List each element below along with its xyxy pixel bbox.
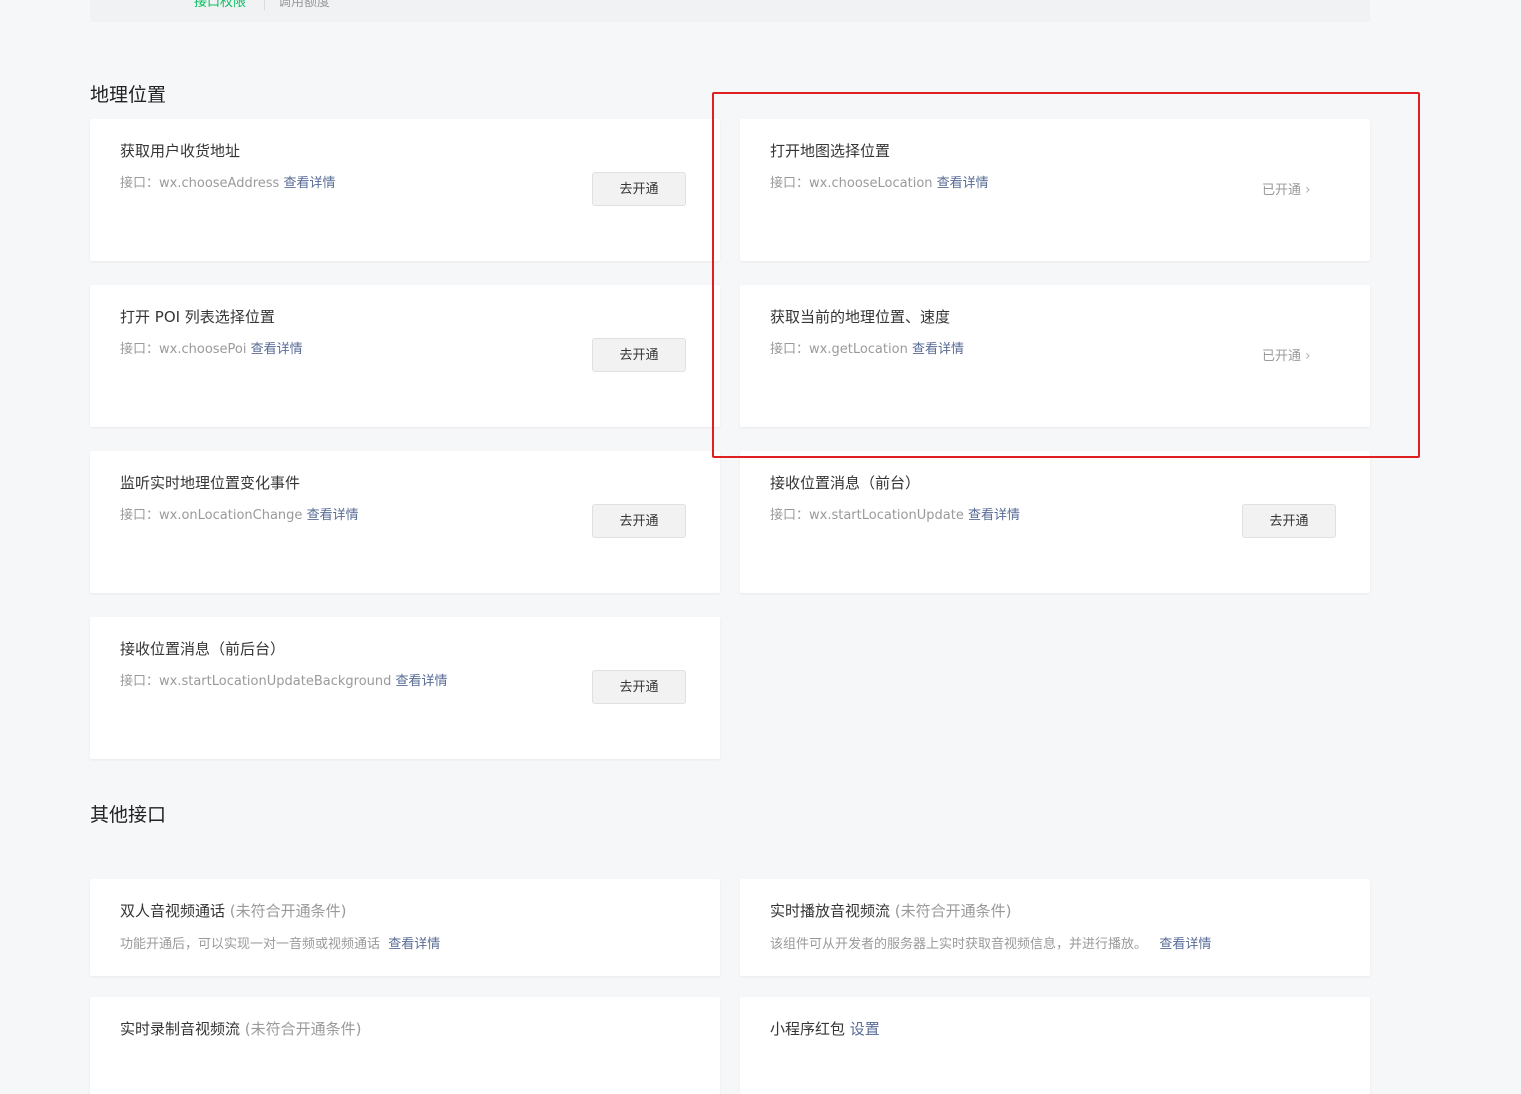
api-card-title: 获取用户收货地址 xyxy=(120,142,241,160)
interface-name: wx.chooseAddress xyxy=(159,176,280,191)
tab-interface-permissions[interactable]: 接口权限 xyxy=(194,0,246,11)
view-details-link[interactable]: 查看详情 xyxy=(1159,937,1211,952)
interface-prefix: 接口： xyxy=(770,342,810,357)
view-details-link[interactable]: 查看详情 xyxy=(388,937,440,952)
interface-prefix: 接口： xyxy=(120,342,160,357)
api-card-title-text: 实时播放音视频流 xyxy=(770,902,891,920)
open-button[interactable]: 去开通 xyxy=(1242,504,1336,538)
interface-name: wx.choosePoi xyxy=(159,342,247,357)
api-card-title: 小程序红包 设置 xyxy=(770,1019,880,1039)
view-details-link[interactable]: 查看详情 xyxy=(912,342,964,357)
opened-status-link[interactable]: 已开通 › xyxy=(1262,347,1311,366)
api-card-description: 该组件可从开发者的服务器上实时获取音视频信息，并进行播放。 查看详情 xyxy=(770,936,1211,954)
api-card-interface: 接口：wx.chooseAddress 查看详情 xyxy=(120,175,335,193)
api-card-title-text: 小程序红包 xyxy=(770,1020,846,1038)
condition-label: (未符合开通条件) xyxy=(244,1020,362,1038)
api-card-title: 打开地图选择位置 xyxy=(770,142,891,160)
api-card-start-location-update-background: 接收位置消息（前后台） 接口：wx.startLocationUpdateBac… xyxy=(90,617,720,759)
open-button[interactable]: 去开通 xyxy=(592,504,686,538)
view-details-link[interactable]: 查看详情 xyxy=(251,342,303,357)
api-card-choose-poi: 打开 POI 列表选择位置 接口：wx.choosePoi 查看详情 去开通 xyxy=(90,285,720,427)
open-button[interactable]: 去开通 xyxy=(592,172,686,206)
api-card-interface: 接口：wx.chooseLocation 查看详情 xyxy=(770,175,989,193)
view-details-link[interactable]: 查看详情 xyxy=(396,674,448,689)
interface-prefix: 接口： xyxy=(770,176,810,191)
opened-status-label: 已开通 xyxy=(1262,349,1302,364)
api-card-start-location-update: 接收位置消息（前台） 接口：wx.startLocationUpdate 查看详… xyxy=(740,451,1370,593)
opened-status-link[interactable]: 已开通 › xyxy=(1262,181,1311,200)
api-card-title: 接收位置消息（前台） xyxy=(770,474,921,492)
interface-prefix: 接口： xyxy=(120,176,160,191)
settings-link[interactable]: 设置 xyxy=(850,1020,880,1038)
api-card-on-location-change: 监听实时地理位置变化事件 接口：wx.onLocationChange 查看详情… xyxy=(90,451,720,593)
section-title-others: 其他接口 xyxy=(90,804,167,826)
api-card-title: 监听实时地理位置变化事件 xyxy=(120,474,301,492)
api-card-live-player: 实时播放音视频流 (未符合开通条件) 该组件可从开发者的服务器上实时获取音视频信… xyxy=(740,879,1370,976)
api-card-interface: 接口：wx.getLocation 查看详情 xyxy=(770,341,964,359)
section-title-location: 地理位置 xyxy=(90,84,167,106)
chevron-right-icon: › xyxy=(1305,348,1311,364)
api-card-get-location: 获取当前的地理位置、速度 接口：wx.getLocation 查看详情 已开通 › xyxy=(740,285,1370,427)
api-card-live-pusher: 实时录制音视频流 (未符合开通条件) xyxy=(90,997,720,1094)
view-details-link[interactable]: 查看详情 xyxy=(307,508,359,523)
condition-label: (未符合开通条件) xyxy=(229,902,347,920)
api-card-interface: 接口：wx.startLocationUpdate 查看详情 xyxy=(770,507,1020,525)
description-text: 该组件可从开发者的服务器上实时获取音视频信息，并进行播放。 xyxy=(770,937,1148,952)
api-card-description: 功能开通后，可以实现一对一音频或视频通话 查看详情 xyxy=(120,936,440,954)
api-card-interface: 接口：wx.startLocationUpdateBackground 查看详情 xyxy=(120,673,448,691)
api-card-voip: 双人音视频通话 (未符合开通条件) 功能开通后，可以实现一对一音频或视频通话 查… xyxy=(90,879,720,976)
interface-prefix: 接口： xyxy=(120,508,160,523)
api-card-title-text: 实时录制音视频流 xyxy=(120,1020,241,1038)
opened-status-label: 已开通 xyxy=(1262,183,1302,198)
description-text: 功能开通后，可以实现一对一音频或视频通话 xyxy=(120,937,381,952)
condition-label: (未符合开通条件) xyxy=(894,902,1012,920)
api-card-interface: 接口：wx.choosePoi 查看详情 xyxy=(120,341,303,359)
api-card-red-packet: 小程序红包 设置 xyxy=(740,997,1370,1094)
api-card-title: 获取当前的地理位置、速度 xyxy=(770,308,951,326)
api-card-choose-location: 打开地图选择位置 接口：wx.chooseLocation 查看详情 已开通 › xyxy=(740,119,1370,261)
interface-prefix: 接口： xyxy=(770,508,810,523)
chevron-right-icon: › xyxy=(1305,182,1311,198)
open-button[interactable]: 去开通 xyxy=(592,670,686,704)
tab-divider xyxy=(264,0,265,10)
tab-bar: 接口权限 调用额度 xyxy=(90,0,1370,22)
api-card-title: 实时播放音视频流 (未符合开通条件) xyxy=(770,901,1012,921)
interface-name: wx.getLocation xyxy=(809,342,908,357)
interface-name: wx.onLocationChange xyxy=(159,508,303,523)
api-card-title: 打开 POI 列表选择位置 xyxy=(120,308,275,326)
view-details-link[interactable]: 查看详情 xyxy=(968,508,1020,523)
interface-name: wx.chooseLocation xyxy=(809,176,933,191)
interface-name: wx.startLocationUpdate xyxy=(809,508,964,523)
api-card-title: 接收位置消息（前后台） xyxy=(120,640,286,658)
interface-name: wx.startLocationUpdateBackground xyxy=(159,674,392,689)
open-button[interactable]: 去开通 xyxy=(592,338,686,372)
api-card-title-text: 双人音视频通话 xyxy=(120,902,226,920)
api-card-choose-address: 获取用户收货地址 接口：wx.chooseAddress 查看详情 去开通 xyxy=(90,119,720,261)
api-card-title: 双人音视频通话 (未符合开通条件) xyxy=(120,901,347,921)
view-details-link[interactable]: 查看详情 xyxy=(283,176,335,191)
interface-prefix: 接口： xyxy=(120,674,160,689)
view-details-link[interactable]: 查看详情 xyxy=(937,176,989,191)
api-card-interface: 接口：wx.onLocationChange 查看详情 xyxy=(120,507,359,525)
api-card-title: 实时录制音视频流 (未符合开通条件) xyxy=(120,1019,362,1039)
tab-call-quota[interactable]: 调用额度 xyxy=(278,0,330,11)
